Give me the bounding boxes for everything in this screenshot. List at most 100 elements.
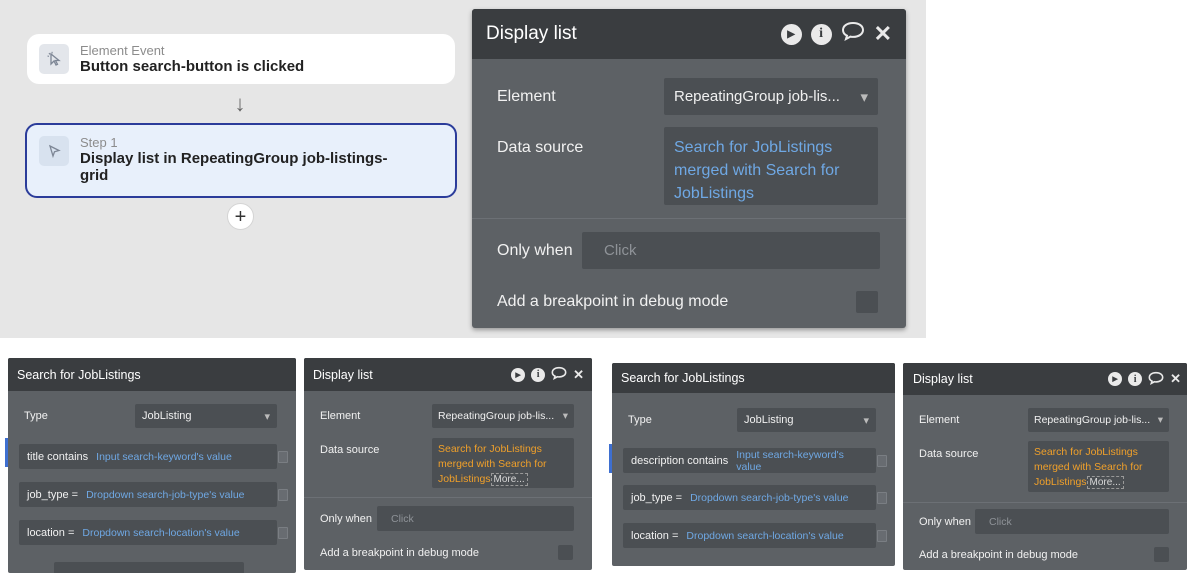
only-when-placeholder: Click — [391, 512, 414, 525]
add-constraint-field[interactable] — [54, 562, 244, 573]
display-list-panel-small-2: Display list ▶ i ✕ Element RepeatingGrou… — [903, 363, 1187, 570]
constraint-value[interactable]: Dropdown search-job-type's value — [86, 489, 244, 501]
constraint-label: job_type = — [27, 488, 79, 501]
element-dropdown[interactable]: RepeatingGroup job-lis... ▾ — [1028, 408, 1169, 432]
close-icon[interactable]: ✕ — [874, 23, 892, 45]
element-label: Element — [497, 88, 556, 105]
breakpoint-label: Add a breakpoint in debug mode — [497, 293, 729, 310]
type-value: JobListing — [142, 410, 192, 422]
divider — [472, 218, 906, 219]
pointer-click-icon — [39, 44, 69, 74]
divider — [903, 502, 1187, 503]
trash-icon[interactable] — [278, 489, 288, 501]
cursor-arrow-icon — [39, 136, 69, 166]
element-dropdown[interactable]: RepeatingGroup job-lis... ▾ — [664, 78, 878, 115]
trash-icon[interactable] — [877, 492, 887, 504]
close-icon[interactable]: ✕ — [1170, 371, 1181, 387]
data-source-field[interactable]: Search for JobListings merged with Searc… — [664, 127, 878, 205]
divider — [304, 497, 592, 498]
event-card[interactable]: Element Event Button search-button is cl… — [27, 34, 455, 84]
trash-icon[interactable] — [877, 455, 887, 467]
panel-header: Display list ▶ i ✕ — [903, 363, 1187, 395]
constraint-row[interactable]: location = Dropdown search-location's va… — [623, 523, 876, 548]
close-icon[interactable]: ✕ — [573, 367, 584, 383]
display-list-panel-large: Display list ▶ i ✕ Element RepeatingGrou… — [472, 9, 906, 328]
comment-icon[interactable] — [841, 21, 865, 47]
selection-indicator — [609, 444, 612, 473]
more-button[interactable]: More... — [1086, 476, 1124, 489]
element-dropdown[interactable]: RepeatingGroup job-lis... ▾ — [432, 404, 574, 428]
trash-icon[interactable] — [278, 451, 288, 463]
only-when-placeholder: Click — [604, 242, 637, 259]
constraint-row[interactable]: location = Dropdown search-location's va… — [19, 520, 277, 545]
panel-title: Search for JobListings — [621, 371, 745, 385]
constraint-value[interactable]: Dropdown search-job-type's value — [690, 492, 848, 504]
data-source-field[interactable]: Search for JobListings merged with Searc… — [1028, 441, 1169, 492]
play-icon[interactable]: ▶ — [1108, 372, 1123, 386]
data-source-label: Data source — [919, 448, 979, 460]
constraint-row[interactable]: description contains Input search-keywor… — [623, 448, 876, 473]
breakpoint-label: Add a breakpoint in debug mode — [919, 549, 1079, 561]
only-when-label: Only when — [919, 516, 971, 528]
trash-icon[interactable] — [278, 527, 288, 539]
panel-title: Display list — [913, 372, 973, 386]
only-when-input[interactable]: Click — [975, 509, 1169, 534]
play-icon[interactable]: ▶ — [511, 367, 526, 382]
display-list-panel-small-1: Display list ▶ i ✕ Element RepeatingGrou… — [304, 358, 592, 570]
panel-header: Display list ▶ i ✕ — [304, 358, 592, 391]
element-value: RepeatingGroup job-lis... — [438, 410, 555, 422]
play-icon[interactable]: ▶ — [780, 23, 802, 45]
constraint-row[interactable]: title contains Input search-keyword's va… — [19, 444, 277, 469]
breakpoint-checkbox[interactable] — [558, 545, 573, 560]
step-kind: Step 1 — [80, 135, 118, 150]
selection-indicator — [5, 438, 8, 467]
only-when-placeholder: Click — [989, 515, 1012, 528]
data-source-field[interactable]: Search for JobListings merged with Searc… — [432, 438, 574, 488]
breakpoint-checkbox[interactable] — [856, 291, 878, 313]
trash-icon[interactable] — [877, 530, 887, 542]
element-value: RepeatingGroup job-lis... — [674, 88, 840, 105]
chevron-down-icon: ▾ — [860, 88, 868, 106]
add-step-button[interactable]: + — [227, 203, 254, 230]
data-source-label: Data source — [320, 444, 380, 456]
breakpoint-label: Add a breakpoint in debug mode — [320, 547, 480, 559]
panel-title: Search for JobListings — [17, 367, 141, 382]
event-kind: Element Event — [80, 43, 165, 58]
constraint-value[interactable]: Dropdown search-location's value — [686, 530, 843, 542]
step-card[interactable]: Step 1 Display list in RepeatingGroup jo… — [25, 123, 457, 198]
element-label: Element — [320, 410, 361, 422]
type-label: Type — [628, 414, 652, 426]
type-dropdown[interactable]: JobListing ▾ — [135, 404, 277, 428]
step-title: Display list in RepeatingGroup job-listi… — [80, 150, 388, 184]
only-when-input[interactable]: Click — [582, 232, 880, 269]
data-source-label: Data source — [497, 139, 584, 156]
constraint-value[interactable]: Dropdown search-location's value — [82, 527, 239, 539]
panel-header: Display list ▶ i ✕ — [472, 9, 906, 59]
chevron-down-icon: ▾ — [264, 410, 270, 423]
chevron-down-icon: ▾ — [562, 410, 568, 422]
constraint-value[interactable]: Input search-keyword's value — [96, 451, 232, 463]
panel-header: Search for JobListings — [8, 358, 296, 391]
element-label: Element — [919, 414, 960, 426]
breakpoint-checkbox[interactable] — [1154, 547, 1169, 562]
constraint-row[interactable]: job_type = Dropdown search-job-type's va… — [623, 485, 876, 510]
comment-icon[interactable] — [551, 366, 567, 383]
event-title: Button search-button is clicked — [80, 58, 305, 75]
info-icon[interactable]: i — [1128, 372, 1143, 386]
data-source-expression[interactable]: Search for JobListings merged with Searc… — [674, 136, 868, 205]
info-icon[interactable]: i — [531, 367, 546, 382]
more-button[interactable]: More... — [490, 473, 528, 486]
comment-icon[interactable] — [1148, 371, 1164, 388]
constraint-value[interactable]: Input search-keyword's value — [736, 449, 868, 473]
search-panel-right: Search for JobListings Type JobListing ▾… — [612, 363, 895, 566]
constraint-label: description contains — [631, 454, 729, 467]
only-when-input[interactable]: Click — [377, 506, 574, 531]
chevron-down-icon: ▾ — [863, 414, 869, 427]
constraint-label: job_type = — [631, 491, 683, 504]
type-dropdown[interactable]: JobListing ▾ — [737, 408, 876, 432]
element-value: RepeatingGroup job-lis... — [1034, 414, 1151, 426]
panel-title: Display list — [313, 367, 373, 382]
constraint-label: title contains — [27, 450, 89, 463]
constraint-row[interactable]: job_type = Dropdown search-job-type's va… — [19, 482, 277, 507]
info-icon[interactable]: i — [810, 23, 832, 45]
